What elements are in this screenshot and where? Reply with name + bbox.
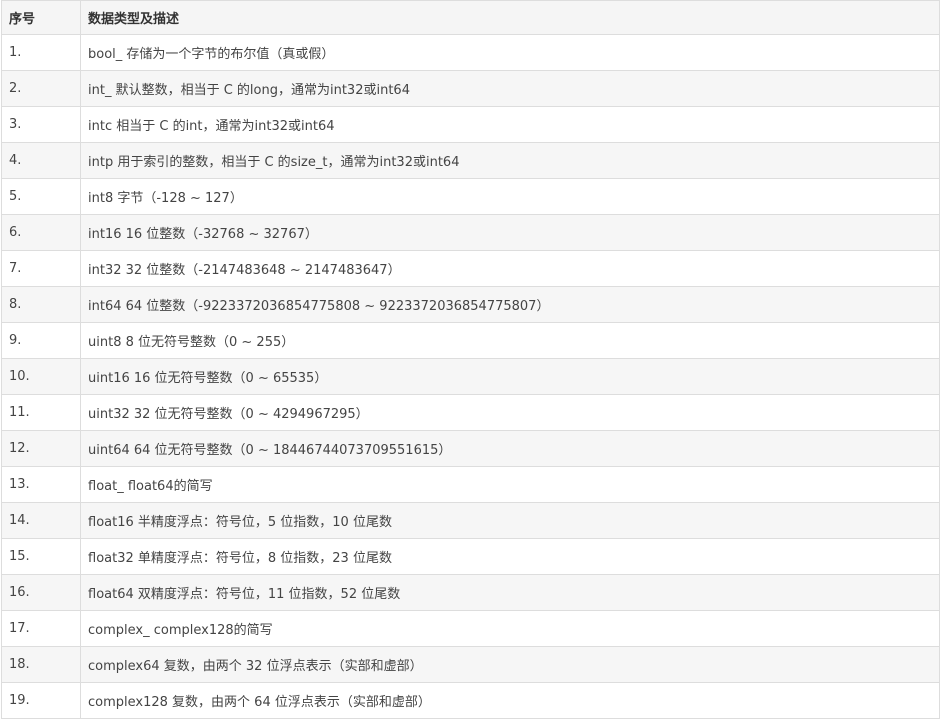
row-index-cell: 6.: [1, 214, 81, 251]
row-index-cell: 15.: [1, 538, 81, 575]
table-row: 9. uint8 8 位无符号整数（0 ~ 255）: [1, 322, 940, 359]
row-description-cell: int32 32 位整数（-2147483648 ~ 2147483647）: [80, 250, 940, 287]
row-index-cell: 12.: [1, 430, 81, 467]
row-description-cell: int16 16 位整数（-32768 ~ 32767）: [80, 214, 940, 251]
table-row: 15. float32 单精度浮点：符号位，8 位指数，23 位尾数: [1, 538, 940, 575]
table-row: 7. int32 32 位整数（-2147483648 ~ 2147483647）: [1, 250, 940, 287]
row-index-cell: 11.: [1, 394, 81, 431]
row-index-cell: 7.: [1, 250, 81, 287]
table-row: 4. intp 用于索引的整数，相当于 C 的size_t，通常为int32或in…: [1, 142, 940, 179]
table-body: 1. bool_ 存储为一个字节的布尔值（真或假） 2. int_ 默认整数，相当于 …: [1, 34, 940, 719]
row-index-cell: 14.: [1, 502, 81, 539]
table-row: 18. complex64 复数，由两个 32 位浮点表示（实部和虚部）: [1, 646, 940, 683]
table-row: 3. intc 相当于 C 的int，通常为int32或int64: [1, 106, 940, 143]
table-row: 10. uint16 16 位无符号整数（0 ~ 65535）: [1, 358, 940, 395]
row-description-cell: intc 相当于 C 的int，通常为int32或int64: [80, 106, 940, 143]
table-row: 2. int_ 默认整数，相当于 C 的long，通常为int32或int64: [1, 70, 940, 107]
table-row: 17. complex_ complex128的简写: [1, 610, 940, 647]
table-row: 8. int64 64 位整数（-9223372036854775808 ~ 92…: [1, 286, 940, 323]
row-description-cell: int_ 默认整数，相当于 C 的long，通常为int32或int64: [80, 70, 940, 107]
row-description-cell: uint8 8 位无符号整数（0 ~ 255）: [80, 322, 940, 359]
row-index-cell: 9.: [1, 322, 81, 359]
row-description-cell: int8 字节（-128 ~ 127）: [80, 178, 940, 215]
row-index-cell: 19.: [1, 682, 81, 719]
row-index-cell: 2.: [1, 70, 81, 107]
row-description-cell: uint32 32 位无符号整数（0 ~ 4294967295）: [80, 394, 940, 431]
row-description-cell: intp 用于索引的整数，相当于 C 的size_t，通常为int32或int6…: [80, 142, 940, 179]
row-description-cell: float32 单精度浮点：符号位，8 位指数，23 位尾数: [80, 538, 940, 575]
table-row: 5. int8 字节（-128 ~ 127）: [1, 178, 940, 215]
row-index-cell: 8.: [1, 286, 81, 323]
row-index-cell: 16.: [1, 574, 81, 611]
data-type-table: 序号 数据类型及描述 1. bool_ 存储为一个字节的布尔值（真或假） 2. int…: [1, 0, 940, 719]
table-row: 1. bool_ 存储为一个字节的布尔值（真或假）: [1, 34, 940, 71]
table-row: 11. uint32 32 位无符号整数（0 ~ 4294967295）: [1, 394, 940, 431]
row-description-cell: int64 64 位整数（-9223372036854775808 ~ 9223…: [80, 286, 940, 323]
row-index-cell: 13.: [1, 466, 81, 503]
row-description-cell: float_ float64的简写: [80, 466, 940, 503]
row-description-cell: complex128 复数，由两个 64 位浮点表示（实部和虚部）: [80, 682, 940, 719]
row-description-cell: float64 双精度浮点：符号位，11 位指数，52 位尾数: [80, 574, 940, 611]
header-row: 序号 数据类型及描述: [1, 0, 940, 35]
row-description-cell: uint64 64 位无符号整数（0 ~ 1844674407370955161…: [80, 430, 940, 467]
row-index-cell: 4.: [1, 142, 81, 179]
table-row: 16. float64 双精度浮点：符号位，11 位指数，52 位尾数: [1, 574, 940, 611]
row-description-cell: complex_ complex128的简写: [80, 610, 940, 647]
row-index-cell: 18.: [1, 646, 81, 683]
row-description-cell: float16 半精度浮点：符号位，5 位指数，10 位尾数: [80, 502, 940, 539]
table-row: 14. float16 半精度浮点：符号位，5 位指数，10 位尾数: [1, 502, 940, 539]
row-index-cell: 5.: [1, 178, 81, 215]
table-row: 12. uint64 64 位无符号整数（0 ~ 1844674407370955…: [1, 430, 940, 467]
table-row: 6. int16 16 位整数（-32768 ~ 32767）: [1, 214, 940, 251]
header-description: 数据类型及描述: [80, 0, 940, 35]
table-row: 13. float_ float64的简写: [1, 466, 940, 503]
row-index-cell: 17.: [1, 610, 81, 647]
row-index-cell: 3.: [1, 106, 81, 143]
table-header: 序号 数据类型及描述: [1, 0, 940, 35]
row-description-cell: bool_ 存储为一个字节的布尔值（真或假）: [80, 34, 940, 71]
table-row: 19. complex128 复数，由两个 64 位浮点表示（实部和虚部）: [1, 682, 940, 719]
row-description-cell: complex64 复数，由两个 32 位浮点表示（实部和虚部）: [80, 646, 940, 683]
row-index-cell: 1.: [1, 34, 81, 71]
row-description-cell: uint16 16 位无符号整数（0 ~ 65535）: [80, 358, 940, 395]
header-index: 序号: [1, 0, 81, 35]
row-index-cell: 10.: [1, 358, 81, 395]
